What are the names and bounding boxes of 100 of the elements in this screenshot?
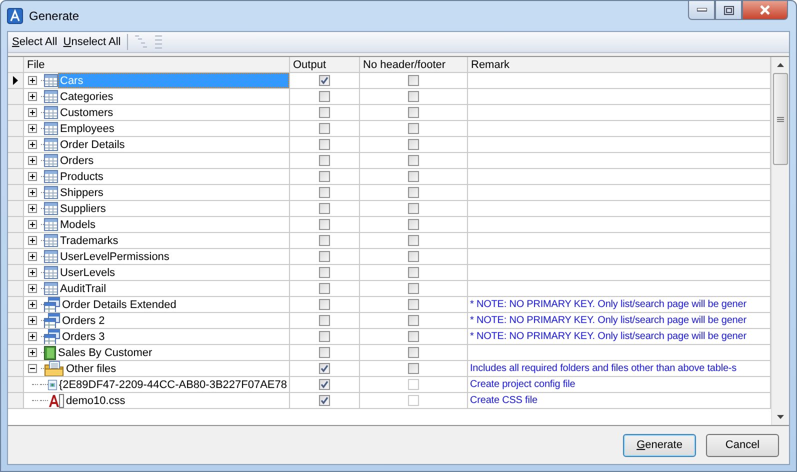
file-name[interactable]: Models	[58, 217, 289, 232]
dialog-button[interactable]: Cancel	[706, 434, 779, 456]
checkbox[interactable]	[408, 75, 419, 86]
close-button[interactable]	[742, 1, 788, 20]
scroll-up-icon[interactable]	[777, 63, 784, 67]
scroll-down-icon[interactable]	[777, 415, 784, 419]
checkbox[interactable]	[319, 251, 330, 262]
checkbox[interactable]	[319, 315, 330, 326]
expand-icon[interactable]	[28, 108, 37, 117]
checkbox[interactable]	[319, 219, 330, 230]
file-name[interactable]: Order Details Extended	[60, 297, 289, 312]
column-header[interactable]: No header/footer	[360, 57, 468, 73]
checkbox[interactable]	[408, 251, 419, 262]
expand-icon[interactable]	[28, 332, 37, 341]
checkbox[interactable]	[319, 187, 330, 198]
file-name[interactable]: UserLevelPermissions	[58, 249, 289, 264]
expand-tree-icon[interactable]	[134, 35, 148, 49]
checkbox[interactable]	[408, 203, 419, 214]
column-header[interactable]: Output	[290, 57, 360, 73]
checkbox[interactable]	[319, 283, 330, 294]
file-name[interactable]: Orders	[58, 153, 289, 168]
file-name[interactable]: Orders 2	[60, 313, 289, 328]
checkbox[interactable]	[408, 187, 419, 198]
expand-icon[interactable]	[28, 140, 37, 149]
checkbox[interactable]	[319, 267, 330, 278]
checkbox[interactable]	[408, 171, 419, 182]
checkbox[interactable]	[408, 315, 419, 326]
scrollbar[interactable]	[771, 57, 789, 425]
toolbar-button[interactable]: Unselect All	[63, 36, 121, 48]
checkbox[interactable]	[319, 75, 330, 86]
file-name[interactable]: Products	[58, 169, 289, 184]
checkbox[interactable]	[319, 155, 330, 166]
expand-icon[interactable]	[28, 284, 37, 293]
collapse-tree-icon[interactable]	[154, 35, 164, 49]
row-header[interactable]	[8, 73, 24, 89]
checkbox[interactable]	[408, 363, 419, 374]
checkbox[interactable]	[319, 91, 330, 102]
expand-icon[interactable]	[28, 204, 37, 213]
column-header[interactable]: File	[24, 57, 290, 73]
checkbox[interactable]	[319, 331, 330, 342]
file-name[interactable]: Categories	[58, 89, 289, 104]
checkbox[interactable]	[319, 395, 330, 406]
expand-icon[interactable]	[28, 220, 37, 229]
checkbox[interactable]	[408, 267, 419, 278]
checkbox[interactable]	[319, 139, 330, 150]
file-name[interactable]: Orders 3	[60, 329, 289, 344]
expand-icon[interactable]	[28, 124, 37, 133]
file-name[interactable]: Suppliers	[58, 201, 289, 216]
expand-icon[interactable]	[28, 172, 37, 181]
checkbox[interactable]	[408, 299, 419, 310]
file-name[interactable]: {2E89DF47-2209-44CC-AB80-3B227F07AE78	[56, 377, 289, 392]
file-name[interactable]: Sales By Customer	[56, 345, 289, 360]
checkbox[interactable]	[319, 235, 330, 246]
checkbox[interactable]	[319, 379, 330, 390]
maximize-button[interactable]	[715, 1, 742, 20]
checkbox[interactable]	[408, 219, 419, 230]
checkbox[interactable]	[408, 331, 419, 342]
file-name[interactable]: demo10.css	[64, 393, 289, 408]
checkbox[interactable]	[408, 107, 419, 118]
file-name[interactable]: Shippers	[58, 185, 289, 200]
checkbox[interactable]	[408, 283, 419, 294]
checkbox[interactable]	[319, 363, 330, 374]
file-name[interactable]: Order Details	[58, 137, 289, 152]
checkbox[interactable]	[319, 299, 330, 310]
expand-icon[interactable]	[28, 348, 37, 357]
expand-icon[interactable]	[28, 268, 37, 277]
toolbar-button[interactable]: Select All	[12, 36, 58, 48]
checkbox[interactable]	[319, 203, 330, 214]
checkbox[interactable]	[319, 123, 330, 134]
stacked-tables-icon	[44, 313, 60, 328]
checkbox[interactable]	[319, 107, 330, 118]
expand-icon[interactable]	[28, 188, 37, 197]
checkbox[interactable]	[408, 235, 419, 246]
expand-icon[interactable]	[28, 156, 37, 165]
expand-icon[interactable]	[28, 300, 37, 309]
expand-icon[interactable]	[28, 236, 37, 245]
checkbox[interactable]	[319, 171, 330, 182]
expand-icon[interactable]	[28, 76, 37, 85]
checkbox[interactable]	[408, 123, 419, 134]
expand-icon[interactable]	[28, 92, 37, 101]
checkbox[interactable]	[319, 347, 330, 358]
expand-icon[interactable]	[28, 316, 37, 325]
scroll-thumb[interactable]	[773, 73, 788, 165]
file-name[interactable]: Customers	[58, 105, 289, 120]
column-header[interactable]: Remark	[468, 57, 771, 73]
table-icon	[44, 90, 58, 103]
file-name[interactable]: UserLevels	[58, 265, 289, 280]
file-name[interactable]: Other files	[64, 361, 289, 376]
expand-icon[interactable]	[28, 252, 37, 261]
checkbox[interactable]	[408, 139, 419, 150]
checkbox[interactable]	[408, 155, 419, 166]
file-name[interactable]: Employees	[58, 121, 289, 136]
minimize-button[interactable]	[688, 1, 715, 20]
checkbox[interactable]	[408, 347, 419, 358]
table-icon	[44, 106, 58, 119]
file-name[interactable]: AuditTrail	[58, 281, 289, 296]
checkbox[interactable]	[408, 91, 419, 102]
file-name[interactable]: Trademarks	[58, 233, 289, 248]
dialog-button[interactable]: Generate	[623, 434, 696, 456]
collapse-icon[interactable]	[28, 364, 37, 373]
